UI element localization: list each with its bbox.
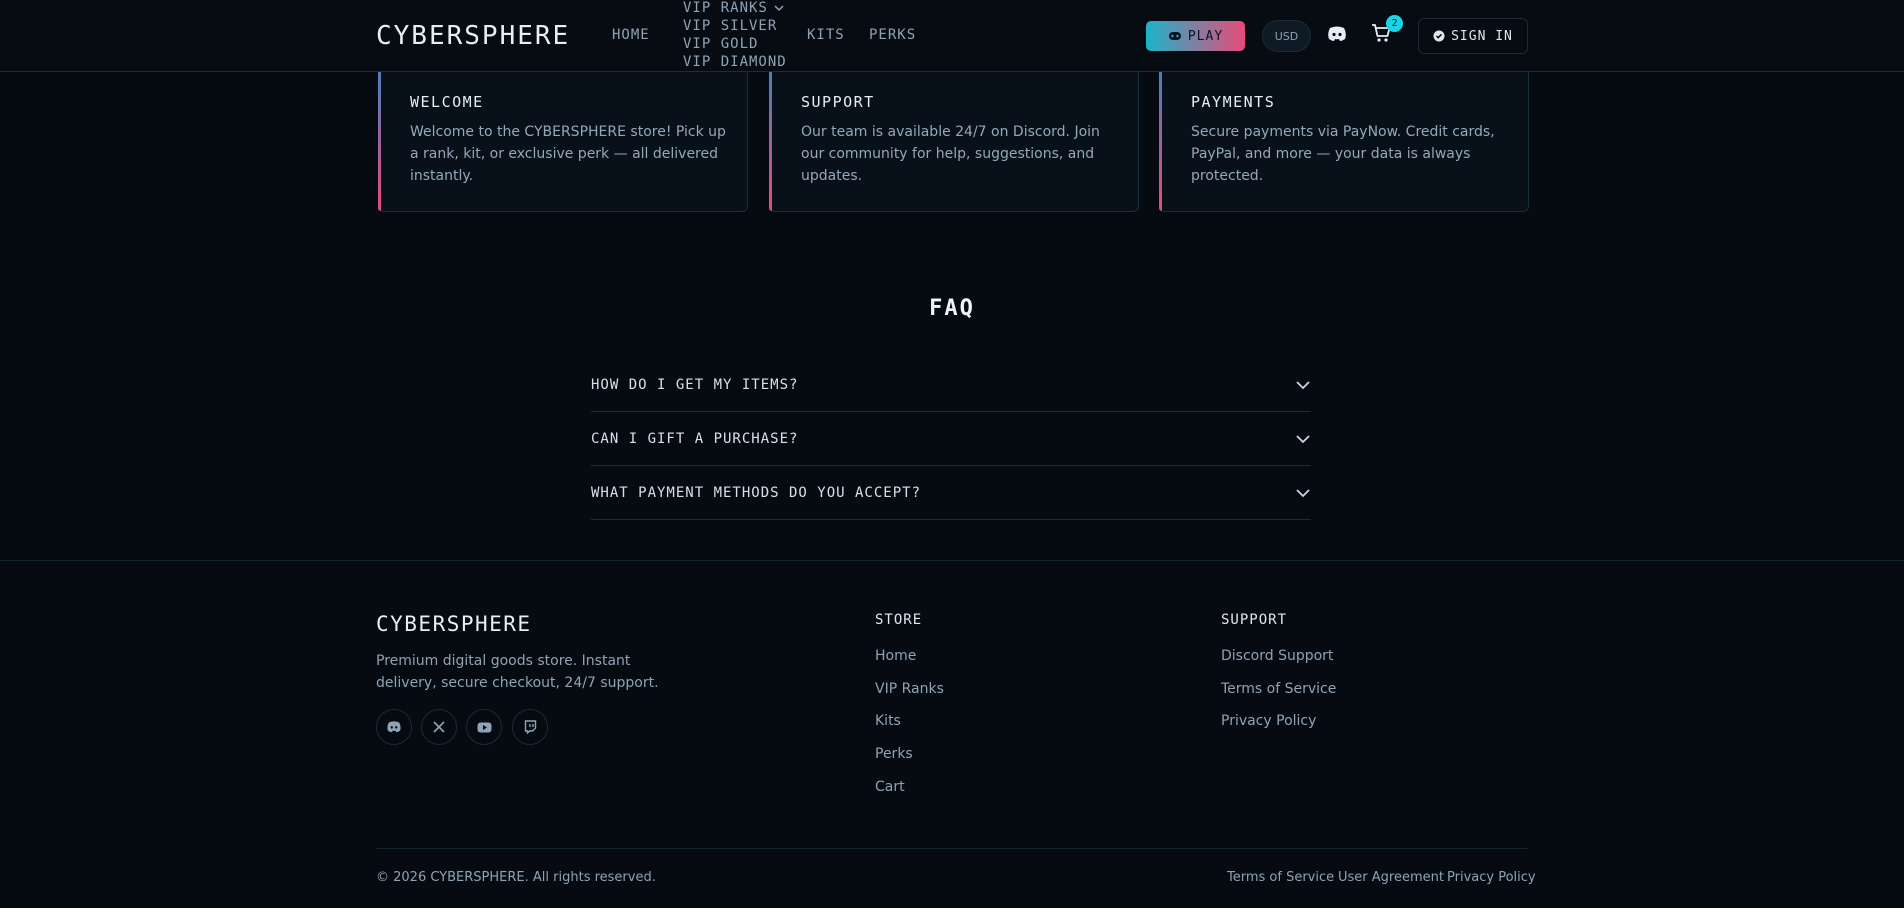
social-twitch-button[interactable] xyxy=(512,709,548,745)
card-text: Welcome to the CYBERSPHERE store! Pick u… xyxy=(410,124,726,184)
sign-in-button[interactable]: SIGN IN xyxy=(1418,18,1528,54)
card-title: SUPPORT xyxy=(801,93,875,111)
bottom-link-terms[interactable]: Terms of Service xyxy=(1227,870,1334,885)
nav-vip-gold[interactable]: VIP GOLD xyxy=(683,35,787,53)
footer-logo[interactable]: CYBERSPHERE xyxy=(376,612,532,636)
youtube-icon xyxy=(477,722,491,732)
check-circle-icon xyxy=(1433,30,1445,42)
social-x-button[interactable] xyxy=(421,709,457,745)
faq-item[interactable]: WHAT PAYMENT METHODS DO YOU ACCEPT? xyxy=(591,466,1311,520)
nav-kits[interactable]: KITS xyxy=(807,27,845,43)
faq-question: WHAT PAYMENT METHODS DO YOU ACCEPT? xyxy=(591,484,922,501)
nav-vip-silver[interactable]: VIP SILVER xyxy=(683,17,787,35)
footer-description: Premium digital goods store. Instant del… xyxy=(376,653,659,691)
bottom-link-user-agreement[interactable]: User Agreement xyxy=(1338,870,1444,885)
card-text: Our team is available 24/7 on Discord. J… xyxy=(801,124,1100,184)
footer-link-cart[interactable]: Cart xyxy=(875,779,905,795)
faq-item[interactable]: HOW DO I GET MY ITEMS? xyxy=(591,358,1311,412)
footer-support-title: SUPPORT xyxy=(1221,612,1288,628)
nav-vip-ranks-label: VIP RANKS xyxy=(683,0,768,16)
play-button[interactable]: PLAY xyxy=(1146,21,1245,51)
footer-store-title: STORE xyxy=(875,612,923,628)
chevron-down-icon xyxy=(1296,380,1310,389)
footer-link-home[interactable]: Home xyxy=(875,648,916,664)
bottom-link-privacy[interactable]: Privacy Policy xyxy=(1447,870,1536,885)
site-logo[interactable]: CYBERSPHERE xyxy=(376,21,570,51)
currency-selector[interactable]: USD xyxy=(1262,20,1311,52)
faq-question: CAN I GIFT A PURCHASE? xyxy=(591,430,799,447)
nav-vip-ranks[interactable]: VIP RANKS xyxy=(683,0,787,16)
twitch-icon xyxy=(524,720,536,734)
play-button-label: PLAY xyxy=(1187,28,1224,44)
social-discord-button[interactable] xyxy=(376,709,412,745)
cart-count-badge: 2 xyxy=(1386,15,1403,32)
faq-item[interactable]: CAN I GIFT A PURCHASE? xyxy=(591,412,1311,466)
footer-divider xyxy=(0,560,1904,561)
chevron-down-icon xyxy=(1296,434,1310,443)
footer-link-kits[interactable]: Kits xyxy=(875,713,901,729)
nav-home[interactable]: HOME xyxy=(612,27,650,43)
footer-link-privacy[interactable]: Privacy Policy xyxy=(1221,713,1316,729)
footer-link-terms[interactable]: Terms of Service xyxy=(1221,681,1336,697)
footer-link-vip-ranks[interactable]: VIP Ranks xyxy=(875,681,944,697)
discord-icon xyxy=(387,721,401,733)
footer-bottom-divider xyxy=(376,848,1528,849)
x-icon xyxy=(433,721,445,733)
card-title: PAYMENTS xyxy=(1191,93,1276,111)
copyright-text: © 2026 CYBERSPHERE. All rights reserved. xyxy=(376,870,656,885)
card-title: WELCOME xyxy=(410,93,484,111)
footer-link-perks[interactable]: Perks xyxy=(875,746,913,762)
discord-icon[interactable] xyxy=(1327,26,1347,42)
social-youtube-button[interactable] xyxy=(466,709,502,745)
nav-vip-ranks-dropdown: VIP RANKS VIP SILVER VIP GOLD VIP DIAMON… xyxy=(683,0,787,71)
footer-link-discord-support[interactable]: Discord Support xyxy=(1221,648,1333,664)
sign-in-label: SIGN IN xyxy=(1451,28,1513,44)
chevron-down-icon xyxy=(1296,488,1310,497)
gamepad-icon xyxy=(1168,32,1181,40)
site-header: CYBERSPHERE HOME VIP RANKS VIP SILVER VI… xyxy=(0,0,1904,72)
chevron-down-icon xyxy=(774,4,784,11)
faq-title: FAQ xyxy=(929,296,975,321)
faq-question: HOW DO I GET MY ITEMS? xyxy=(591,376,799,393)
nav-perks[interactable]: PERKS xyxy=(869,27,916,43)
card-text: Secure payments via PayNow. Credit cards… xyxy=(1191,124,1495,184)
nav-vip-diamond[interactable]: VIP DIAMOND xyxy=(683,53,787,71)
